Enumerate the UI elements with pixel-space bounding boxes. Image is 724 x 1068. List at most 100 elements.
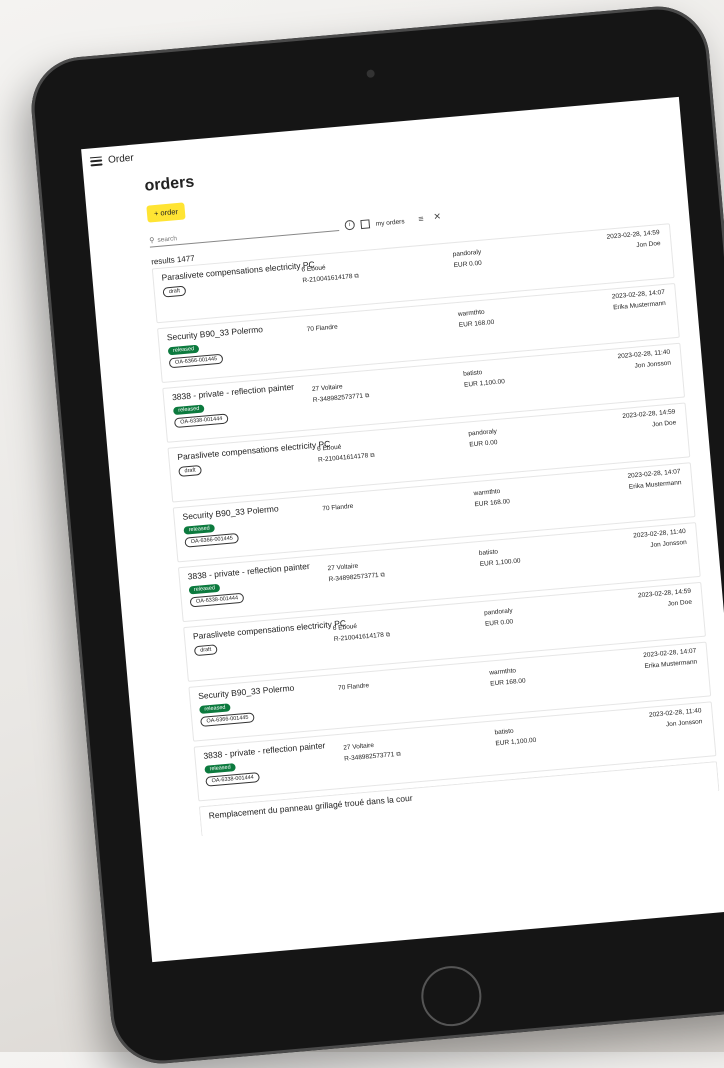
order-badges: released OA-6366-001445 <box>167 343 224 369</box>
order-date: 2023-02-28, 14:59 <box>622 408 676 421</box>
order-reference-text[interactable]: R-348982573771 <box>344 751 395 762</box>
status-badge: released <box>183 524 216 535</box>
camera <box>366 69 375 79</box>
order-title: 3838 - private - reflection painter <box>203 740 326 761</box>
order-user: Jon Doe <box>636 240 661 250</box>
order-date: 2023-02-28, 14:07 <box>611 288 666 301</box>
order-badges: draft <box>178 464 202 477</box>
order-reference: R-210041614178⧉ <box>302 272 359 285</box>
order-address: 70 Flandre <box>306 323 338 334</box>
search-icon: ⚲ <box>149 237 155 245</box>
order-supplier: batisto <box>462 369 483 378</box>
order-date: 2023-02-28, 14:59 <box>637 587 692 600</box>
order-title: Paraslivete compensations electricity PC <box>176 438 331 462</box>
order-reference-text[interactable]: R-348982573771 <box>328 572 379 583</box>
order-badges: draft <box>162 285 187 298</box>
order-badges: released OA-6366-001445 <box>199 701 255 727</box>
status-badge: draft <box>193 644 218 657</box>
order-supplier: warmthto <box>473 487 501 498</box>
home-button[interactable] <box>418 963 484 1029</box>
order-amount: EUR 1,100.00 <box>495 736 537 748</box>
order-reference: R-348982573771⧉ <box>344 751 401 764</box>
order-user: Jon Doe <box>667 598 693 608</box>
order-title: Security B90_33 Polermo <box>166 324 264 343</box>
order-user: Erika Mustermann <box>644 658 698 671</box>
main-content: orders + order ⚲ i my orders ≡ ✕ results… <box>144 129 720 842</box>
tablet-device: Order orders + order ⚲ i my orders ≡ ✕ r… <box>27 2 724 1068</box>
order-amount: EUR 168.00 <box>458 318 495 329</box>
order-user: Jon Jonsson <box>665 718 703 729</box>
order-title: 3838 - private - reflection painter <box>187 560 311 582</box>
order-reference-text[interactable]: R-210041614178 <box>318 452 369 463</box>
order-amount: EUR 1,100.00 <box>479 557 521 569</box>
filter-icon[interactable]: ≡ <box>418 214 424 224</box>
order-title: Security B90_33 Polermo <box>182 503 280 522</box>
order-amount: EUR 0.00 <box>453 259 483 270</box>
order-address: 70 Flandre <box>322 502 354 513</box>
external-link-icon[interactable]: ⧉ <box>396 752 401 758</box>
new-order-button[interactable]: + order <box>146 202 186 223</box>
order-address: 27 Voltaire <box>311 383 343 393</box>
order-badges: released OA-6338-001444 <box>204 761 261 787</box>
order-address: 6 Eboué <box>301 264 326 274</box>
external-link-icon[interactable]: ⧉ <box>354 273 359 279</box>
order-address: 6 Eboué <box>332 622 358 633</box>
order-supplier: batisto <box>478 548 499 558</box>
info-icon[interactable]: i <box>344 219 356 231</box>
status-badge: released <box>167 344 200 356</box>
order-date: 2023-02-28, 14:07 <box>642 647 697 660</box>
order-user: Erika Mustermann <box>612 299 667 312</box>
screen: Order orders + order ⚲ i my orders ≡ ✕ r… <box>81 96 724 963</box>
order-reference-text[interactable]: R-348982573771 <box>313 393 364 404</box>
hamburger-menu-icon[interactable] <box>89 155 103 166</box>
app-title: Order <box>107 152 135 166</box>
order-address: 70 Flandre <box>337 682 370 692</box>
order-user: Jon Doe <box>651 419 677 429</box>
order-date: 2023-02-28, 11:40 <box>617 348 671 361</box>
order-supplier: batisto <box>494 727 514 737</box>
external-link-icon[interactable]: ⧉ <box>365 393 370 399</box>
order-list: Paraslivete compensations electricity PC… <box>151 223 720 841</box>
order-user: Erika Mustermann <box>628 479 682 491</box>
my-orders-label: my orders <box>375 218 405 228</box>
order-reference-text[interactable]: R-210041614178 <box>334 632 385 643</box>
status-badge: released <box>199 703 231 715</box>
order-reference-text[interactable]: R-210041614178 <box>302 273 353 284</box>
search-input[interactable] <box>157 222 318 244</box>
external-link-icon[interactable]: ⧉ <box>380 572 385 578</box>
order-date: 2023-02-28, 11:40 <box>632 527 687 540</box>
status-badge: draft <box>162 285 187 298</box>
order-reference: R-348982573771⧉ <box>328 571 385 584</box>
order-supplier: pandoraly <box>468 428 498 438</box>
order-amount: EUR 168.00 <box>474 498 511 509</box>
order-reference: R-210041614178⧉ <box>318 452 375 465</box>
order-title: Paraslivete compensations electricity PC <box>192 617 347 642</box>
order-badges: draft <box>193 644 218 657</box>
order-id-badge: OA-6338-001444 <box>173 413 229 429</box>
status-badge: released <box>204 763 237 774</box>
order-address: 27 Voltaire <box>327 562 359 573</box>
order-badges: released OA-6338-001444 <box>188 582 245 608</box>
order-id-badge: OA-6366-001445 <box>168 353 224 369</box>
external-link-icon[interactable]: ⧉ <box>386 632 391 638</box>
order-reference: R-348982573771⧉ <box>313 392 370 405</box>
order-supplier: warmthto <box>457 308 485 318</box>
order-supplier: warmthto <box>489 667 517 677</box>
close-icon[interactable]: ✕ <box>433 211 441 223</box>
order-badges: released OA-6366-001445 <box>183 522 240 548</box>
status-badge: draft <box>178 464 202 477</box>
order-id-badge: OA-6338-001444 <box>189 592 245 608</box>
order-amount: EUR 0.00 <box>469 439 498 449</box>
external-link-icon[interactable]: ⧉ <box>370 453 375 459</box>
order-address: 6 Eboué <box>316 443 342 453</box>
order-amount: EUR 1,100.00 <box>463 378 506 389</box>
order-amount: EUR 168.00 <box>489 677 526 688</box>
order-title: Security B90_33 Polermo <box>197 682 295 702</box>
order-user: Jon Jonsson <box>634 359 672 370</box>
my-orders-checkbox[interactable] <box>360 219 371 230</box>
order-id-badge: OA-6366-001445 <box>200 712 255 727</box>
order-date: 2023-02-28, 14:59 <box>606 229 660 241</box>
status-badge: released <box>188 583 221 595</box>
order-supplier: pandoraly <box>452 248 482 259</box>
order-badges: released OA-6338-001444 <box>172 402 229 429</box>
